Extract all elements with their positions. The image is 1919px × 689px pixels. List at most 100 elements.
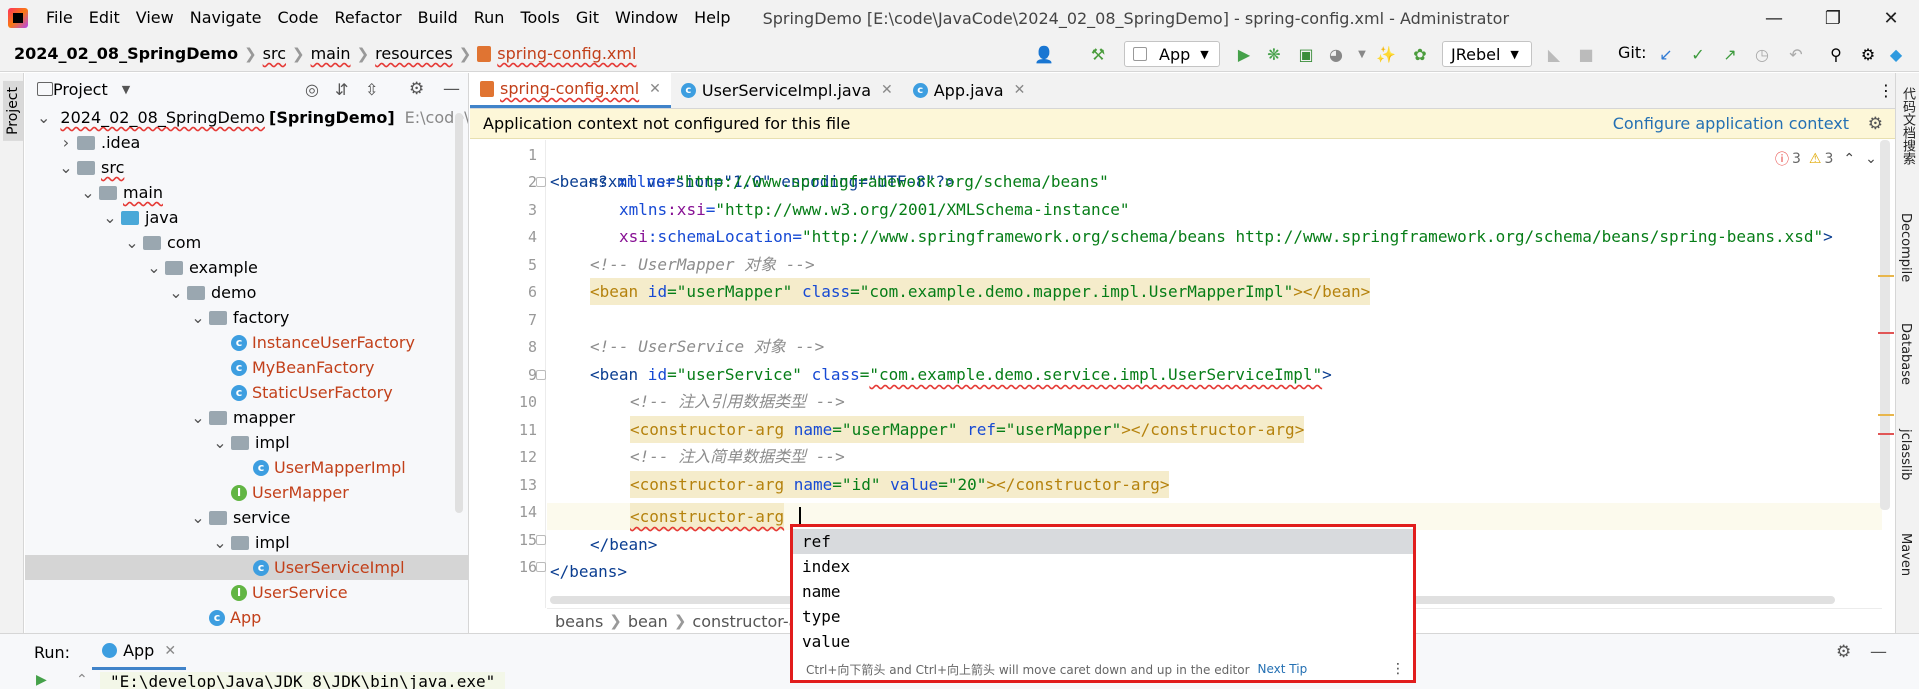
menu-help[interactable]: Help xyxy=(686,0,738,36)
tree-item[interactable]: ⌄ 2024_02_08_SpringDemo [SpringDemo] E:\cod… xyxy=(25,105,468,130)
hide-panel-icon[interactable]: — xyxy=(443,79,460,99)
minimize-button[interactable]: — xyxy=(1745,0,1803,36)
nav-crumb-project[interactable]: 2024_02_08_SpringDemo xyxy=(14,44,238,63)
more-tabs-icon[interactable]: ⋮ xyxy=(1878,81,1894,100)
run-config-select[interactable]: App ▼ xyxy=(1124,41,1220,67)
git-commit-icon[interactable]: ✓ xyxy=(1688,44,1708,64)
vertical-scrollbar[interactable] xyxy=(1880,140,1890,510)
tree-item[interactable]: c InstanceUserFactory xyxy=(25,330,468,355)
close-icon[interactable]: ✕ xyxy=(649,81,661,97)
chevron-down-icon[interactable]: ⌄ xyxy=(213,433,227,452)
tree-item[interactable]: c StaticUserFactory xyxy=(25,380,468,405)
project-tool-button[interactable]: Project xyxy=(3,81,23,141)
database-tool-button[interactable]: Database xyxy=(1898,323,1913,385)
breadcrumb-bean[interactable]: bean xyxy=(628,612,668,631)
chevron-down-icon[interactable]: ⌄ xyxy=(191,408,205,427)
breadcrumb-beans[interactable]: beans xyxy=(555,612,603,631)
tree-item[interactable]: I UserMapper xyxy=(25,480,468,505)
tree-item[interactable]: ⌄ java xyxy=(25,205,468,230)
attach-debugger-icon[interactable]: ◣ xyxy=(1544,44,1564,64)
coverage-icon[interactable]: ▣ xyxy=(1296,44,1316,64)
menu-run[interactable]: Run xyxy=(466,0,513,36)
tree-item[interactable]: ⌄ service xyxy=(25,505,468,530)
project-panel-title[interactable]: Project xyxy=(53,80,108,99)
error-stripe-marker[interactable] xyxy=(1878,332,1894,334)
menu-git[interactable]: Git xyxy=(568,0,607,36)
inspection-widget[interactable]: ⓘ 3 ⚠ 3 ⌃ ⌄ xyxy=(1775,149,1877,169)
menu-edit[interactable]: Edit xyxy=(81,0,128,36)
git-push-icon[interactable]: ↗ xyxy=(1720,44,1740,64)
more-options-icon[interactable]: ⋮ xyxy=(1391,661,1405,677)
completion-item-value[interactable]: value xyxy=(793,629,1413,654)
fold-marker-icon[interactable] xyxy=(536,562,546,572)
breadcrumb-constructor-arg[interactable]: constructor-a xyxy=(692,612,798,631)
close-icon[interactable]: ✕ xyxy=(164,643,176,659)
tree-item[interactable]: c UserMapperImpl xyxy=(25,455,468,480)
locate-file-icon[interactable]: ◎ xyxy=(305,80,319,99)
rerun-icon[interactable]: ▶ xyxy=(36,672,47,688)
nav-crumb-file[interactable]: spring-config.xml xyxy=(497,44,636,63)
next-highlight-icon[interactable]: ⌄ xyxy=(1865,151,1877,167)
menu-window[interactable]: Window xyxy=(607,0,686,36)
chevron-down-icon[interactable]: ⌄ xyxy=(213,533,227,552)
collapse-all-icon[interactable]: ⇳ xyxy=(365,80,378,99)
expand-all-icon[interactable]: ⇵ xyxy=(335,80,348,99)
tree-item[interactable]: ⌄ factory xyxy=(25,305,468,330)
run-icon[interactable]: ▶ xyxy=(1234,44,1254,64)
git-history-icon[interactable]: ◷ xyxy=(1752,44,1772,64)
next-tip-link[interactable]: Next Tip xyxy=(1258,662,1308,676)
menu-view[interactable]: View xyxy=(128,0,182,36)
tree-item[interactable]: ⌄ src xyxy=(25,155,468,180)
gear-icon[interactable]: ⚙ xyxy=(409,79,424,99)
maven-tool-button[interactable]: Maven xyxy=(1898,533,1913,576)
tab-userserviceimpl-java[interactable]: c UserServiceImpl.java ✕ xyxy=(671,72,903,108)
doc-search-tool-button[interactable]: 代码文档搜索 xyxy=(1898,87,1917,165)
menu-tools[interactable]: Tools xyxy=(512,0,567,36)
completion-item-type[interactable]: type xyxy=(793,604,1413,629)
debug-bug-icon[interactable]: ❋ xyxy=(1264,44,1284,64)
decompile-tool-button[interactable]: Decompile xyxy=(1898,213,1913,282)
close-icon[interactable]: ✕ xyxy=(881,82,893,98)
run-tab-app[interactable]: App ✕ xyxy=(92,634,187,670)
chevron-down-icon[interactable]: ⌄ xyxy=(169,283,183,302)
stop-icon[interactable]: ■ xyxy=(1576,44,1596,64)
tree-item[interactable]: ⌄ impl xyxy=(25,530,468,555)
chevron-down-icon[interactable]: ⌄ xyxy=(59,158,73,177)
fold-marker-icon[interactable] xyxy=(536,177,546,187)
chevron-down-icon[interactable]: ▼ xyxy=(1352,44,1372,64)
menu-file[interactable]: File xyxy=(38,0,81,36)
user-profile-icon[interactable]: 👤 xyxy=(1034,44,1054,64)
gear-icon[interactable]: ⚙ xyxy=(1858,44,1878,64)
nav-crumb-src[interactable]: src xyxy=(263,44,286,63)
tree-item[interactable]: I UserService xyxy=(25,580,468,605)
tree-item[interactable]: ⌄ main xyxy=(25,180,468,205)
menu-navigate[interactable]: Navigate xyxy=(182,0,270,36)
nav-crumb-resources[interactable]: resources xyxy=(375,44,453,63)
git-rollback-icon[interactable]: ↶ xyxy=(1786,44,1806,64)
completion-item-ref[interactable]: ref xyxy=(793,529,1413,554)
restore-button[interactable]: ❐ xyxy=(1804,0,1862,36)
jrebel-select[interactable]: JRebel ▼ xyxy=(1442,41,1532,67)
configure-context-link[interactable]: Configure application context xyxy=(1613,114,1849,133)
gear-icon[interactable]: ⚙ xyxy=(1868,114,1883,134)
menu-code[interactable]: Code xyxy=(270,0,327,36)
jrebel-run-icon[interactable]: ✨ xyxy=(1376,44,1396,64)
tree-item[interactable]: ⌄ com xyxy=(25,230,468,255)
menu-refactor[interactable]: Refactor xyxy=(326,0,409,36)
error-stripe-marker[interactable] xyxy=(1878,433,1894,435)
fold-marker-icon[interactable] xyxy=(536,535,546,545)
hide-panel-icon[interactable]: — xyxy=(1870,642,1887,662)
jclasslib-tool-button[interactable]: jclasslib xyxy=(1898,429,1913,480)
nav-crumb-main[interactable]: main xyxy=(311,44,351,63)
tree-item[interactable]: ⌄ mapper xyxy=(25,405,468,430)
gear-icon[interactable]: ⚙ xyxy=(1836,642,1851,662)
warning-stripe-marker[interactable] xyxy=(1878,275,1894,277)
tree-item[interactable]: c MyBeanFactory xyxy=(25,355,468,380)
fold-marker-icon[interactable] xyxy=(536,370,546,380)
git-update-icon[interactable]: ↙ xyxy=(1656,44,1676,64)
menu-build[interactable]: Build xyxy=(410,0,466,36)
chevron-down-icon[interactable]: ⌄ xyxy=(147,258,161,277)
scroll-up-icon[interactable]: ⌃ xyxy=(76,672,88,688)
project-scrollbar[interactable] xyxy=(455,113,463,513)
tab-spring-config-xml[interactable]: spring-config.xml ✕ xyxy=(470,72,671,108)
